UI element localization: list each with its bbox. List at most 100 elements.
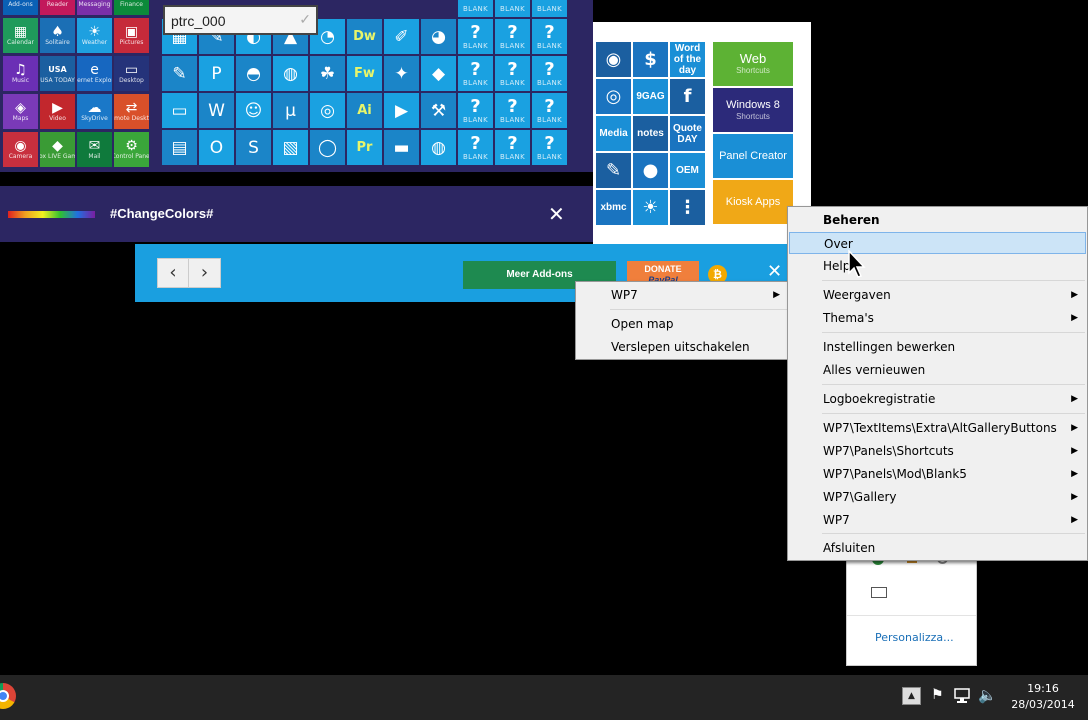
start-tile[interactable]: ▦ Calendar (3, 18, 38, 53)
app-icon-tile[interactable]: Pr (347, 130, 382, 165)
mid-tile[interactable]: notes (633, 116, 668, 151)
context-menu-item[interactable]: Thema's ▶ (789, 307, 1086, 329)
app-icon-tile[interactable]: ◍ (273, 56, 308, 91)
network-icon[interactable] (953, 688, 971, 704)
blank-tile[interactable]: BLANK (532, 0, 567, 17)
context-menu-item[interactable]: WP7\TextItems\Extra\AltGalleryButtons ▶ (789, 417, 1086, 439)
start-tile[interactable]: ◆Xbox LIVE Games (40, 132, 75, 167)
show-hidden-icons-icon[interactable]: ▲ (902, 687, 921, 705)
blank-tile[interactable]: ? BLANK (532, 56, 567, 91)
context-menu-item[interactable]: Over (789, 232, 1086, 254)
blank-tile[interactable]: ? BLANK (458, 19, 493, 54)
mid-tile[interactable]: $ (633, 42, 668, 77)
mid-tile[interactable]: ● (633, 153, 668, 188)
blank-tile[interactable]: ? BLANK (532, 130, 567, 165)
submenu-item[interactable]: WP7 ▶ (577, 284, 788, 306)
shortcut-tile[interactable]: Windows 8 Shortcuts (713, 88, 793, 132)
blank-tile[interactable]: ? BLANK (458, 56, 493, 91)
app-icon-tile[interactable]: W (199, 93, 234, 128)
start-tile[interactable]: ✉Messaging (77, 0, 112, 15)
start-tile[interactable]: eInternet Explorer (77, 56, 112, 91)
submenu-item[interactable]: Open map (577, 313, 788, 335)
context-menu-item[interactable]: WP7\Panels\Mod\Blank5 ▶ (789, 463, 1086, 485)
app-icon-tile[interactable]: ▬ (384, 130, 419, 165)
app-icon-tile[interactable]: Ai (347, 93, 382, 128)
start-tile[interactable]: ▶ Video (40, 94, 75, 129)
app-icon-tile[interactable]: ▤ (162, 130, 197, 165)
start-tile[interactable]: ▤Reader (40, 0, 75, 15)
blank-tile[interactable]: ? BLANK (532, 93, 567, 128)
change-colors-label[interactable]: #ChangeColors# (110, 206, 213, 221)
app-icon-tile[interactable]: O (199, 130, 234, 165)
app-icon-tile[interactable]: Fw (347, 56, 382, 91)
start-tile[interactable]: ♠ Solitaire (40, 18, 75, 53)
app-icon-tile[interactable]: μ (273, 93, 308, 128)
personalize-link[interactable]: Personalizza... (875, 631, 954, 644)
context-menu-item[interactable]: Afsluiten (789, 537, 1086, 559)
window-icon[interactable] (871, 587, 887, 598)
clock[interactable]: 19:16 28/03/2014 (1008, 681, 1078, 713)
mid-tile[interactable]: Word of the day (670, 42, 705, 77)
shortcut-tile[interactable]: Panel Creator (713, 134, 793, 178)
app-icon-tile[interactable]: ✎ (162, 56, 197, 91)
blank-tile[interactable]: ? BLANK (495, 56, 530, 91)
app-icon-tile[interactable]: ◍ (421, 130, 456, 165)
start-tile[interactable]: ⚙Control Panel (114, 132, 149, 167)
chrome-icon[interactable] (0, 683, 16, 709)
start-tile[interactable]: ✉ Mail (77, 132, 112, 167)
start-tile[interactable]: ▲Finance (114, 0, 149, 15)
app-icon-tile[interactable]: ▧ (273, 130, 308, 165)
app-icon-tile[interactable]: ☘ (310, 56, 345, 91)
start-tile[interactable]: ☰Add-ons (3, 0, 38, 15)
context-menu-item[interactable]: Logboekregistratie ▶ (789, 388, 1086, 410)
start-tile[interactable]: USA USA TODAY (40, 56, 75, 91)
app-icon-tile[interactable]: ◎ (310, 93, 345, 128)
shortcut-tile[interactable]: Kiosk Apps (713, 180, 793, 224)
blank-tile[interactable]: ? BLANK (458, 130, 493, 165)
context-menu-item[interactable]: Help (789, 255, 1086, 277)
app-icon-tile[interactable]: ◆ (421, 56, 456, 91)
blank-tile[interactable]: ? BLANK (495, 130, 530, 165)
context-menu-item[interactable]: Alles vernieuwen (789, 359, 1086, 381)
start-tile[interactable]: ▭ Desktop (114, 56, 149, 91)
next-button[interactable]: › (189, 259, 220, 287)
start-tile[interactable]: ☀ Weather (77, 18, 112, 53)
app-icon-tile[interactable]: ✐ (384, 19, 419, 54)
mid-tile[interactable]: ◎ (596, 79, 631, 114)
app-icon-tile[interactable]: ▶ (384, 93, 419, 128)
blank-tile[interactable]: ? BLANK (532, 19, 567, 54)
app-icon-tile[interactable]: P (199, 56, 234, 91)
prev-button[interactable]: ‹ (158, 259, 190, 287)
start-tile[interactable]: ♫ Music (3, 56, 38, 91)
mid-tile[interactable]: ◉ (596, 42, 631, 77)
start-tile[interactable]: ☁ SkyDrive (77, 94, 112, 129)
app-icon-tile[interactable]: Dw (347, 19, 382, 54)
mid-tile[interactable]: OEM (670, 153, 705, 188)
blank-tile[interactable]: ? BLANK (495, 19, 530, 54)
submenu-item[interactable]: Verslepen uitschakelen (577, 336, 788, 358)
start-tile[interactable]: ▣ Pictures (114, 18, 149, 53)
blank-tile[interactable]: ? BLANK (458, 93, 493, 128)
mid-tile[interactable]: ☀ (633, 190, 668, 225)
blank-tile[interactable]: BLANK (458, 0, 493, 17)
volume-icon[interactable]: 🔈 (978, 686, 997, 704)
user-field[interactable]: ptrc_000 ✓ (163, 5, 318, 35)
context-menu-item[interactable]: WP7 ▶ (789, 509, 1086, 531)
app-icon-tile[interactable]: ✦ (384, 56, 419, 91)
mid-tile[interactable]: Quote DAY (670, 116, 705, 151)
shortcut-tile[interactable]: Web Shortcuts (713, 42, 793, 86)
blank-tile[interactable]: BLANK (495, 0, 530, 17)
mid-tile[interactable]: Media (596, 116, 631, 151)
app-icon-tile[interactable]: ⚒ (421, 93, 456, 128)
mid-tile[interactable]: f (670, 79, 705, 114)
mid-tile[interactable]: ✎ (596, 153, 631, 188)
blank-tile[interactable]: ? BLANK (495, 93, 530, 128)
app-icon-tile[interactable]: ◕ (421, 19, 456, 54)
close-icon[interactable]: ✕ (548, 202, 565, 226)
context-menu-item[interactable]: Instellingen bewerken (789, 336, 1086, 358)
app-icon-tile[interactable]: ◯ (310, 130, 345, 165)
context-menu-item[interactable]: WP7\Panels\Shortcuts ▶ (789, 440, 1086, 462)
app-icon-tile[interactable]: S (236, 130, 271, 165)
app-icon-tile[interactable]: ☺ (236, 93, 271, 128)
mid-tile[interactable]: 9GAG (633, 79, 668, 114)
